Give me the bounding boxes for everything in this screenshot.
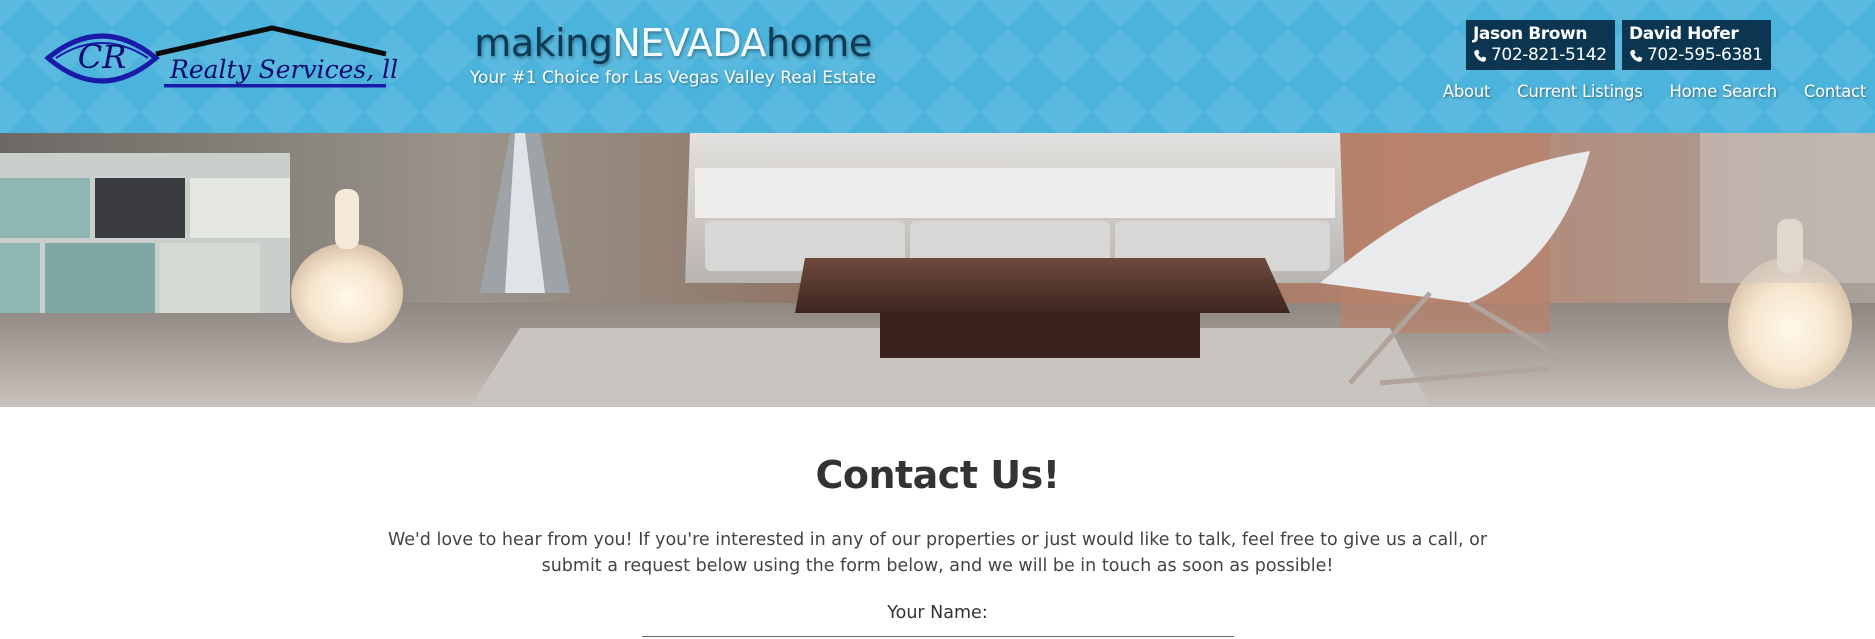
agent-card-david-hofer[interactable]: David Hofer 702-595-6381 bbox=[1622, 20, 1771, 70]
tagline-subtitle: Your #1 Choice for Las Vegas Valley Real… bbox=[469, 68, 877, 88]
nav-contact[interactable]: Contact bbox=[1804, 82, 1866, 101]
logo-initials: CR bbox=[78, 38, 127, 76]
page-title: Contact Us! bbox=[815, 453, 1060, 497]
name-input[interactable] bbox=[641, 625, 1234, 637]
nav-about[interactable]: About bbox=[1443, 82, 1491, 101]
tagline-main: makingNEVADAhome bbox=[458, 20, 888, 66]
contact-section: Contact Us! We'd love to hear from you! … bbox=[0, 407, 1875, 637]
agent-card-jason-brown[interactable]: Jason Brown 702-821-5142 bbox=[1466, 20, 1615, 70]
agent-phone[interactable]: 702-595-6381 bbox=[1629, 45, 1764, 66]
site-tagline: makingNEVADAhome Your #1 Choice for Las … bbox=[458, 20, 888, 88]
phone-icon bbox=[1474, 49, 1487, 62]
agent-phone[interactable]: 702-821-5142 bbox=[1473, 45, 1608, 66]
tagline-nevada: NEVADA bbox=[612, 21, 766, 65]
agent-name: Jason Brown bbox=[1473, 24, 1588, 44]
site-header: CR Realty Services, llc makingNEVADAhome… bbox=[0, 0, 1875, 133]
tagline-home: home bbox=[765, 21, 872, 65]
nav-current-listings[interactable]: Current Listings bbox=[1517, 82, 1643, 101]
phone-icon bbox=[1630, 49, 1643, 62]
agent-name: David Hofer bbox=[1629, 24, 1739, 44]
nav-home-search[interactable]: Home Search bbox=[1670, 82, 1778, 101]
intro-text: We'd love to hear from you! If you're in… bbox=[387, 530, 1488, 576]
agent-phone-number: 702-821-5142 bbox=[1491, 45, 1607, 65]
main-nav: About Current Listings Home Search Conta… bbox=[1443, 82, 1866, 101]
agent-phone-number: 702-595-6381 bbox=[1647, 45, 1763, 65]
hero-banner-image bbox=[0, 133, 1875, 407]
company-logo[interactable]: CR Realty Services, llc bbox=[44, 22, 399, 98]
logo-text: Realty Services, llc bbox=[169, 55, 399, 84]
name-label: Your Name: bbox=[887, 603, 988, 623]
tagline-making: making bbox=[474, 21, 613, 65]
